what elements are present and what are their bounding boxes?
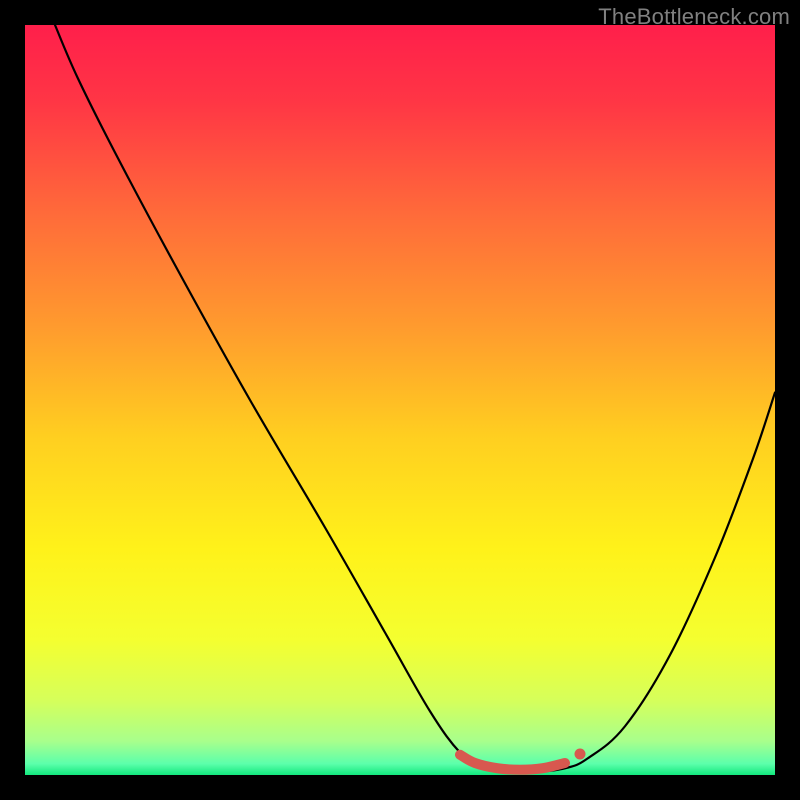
gradient-background	[25, 25, 775, 775]
attribution-label: TheBottleneck.com	[598, 4, 790, 30]
bottleneck-chart	[0, 0, 800, 800]
chart-stage: TheBottleneck.com	[0, 0, 800, 800]
optimal-range-end-dot	[575, 749, 586, 760]
